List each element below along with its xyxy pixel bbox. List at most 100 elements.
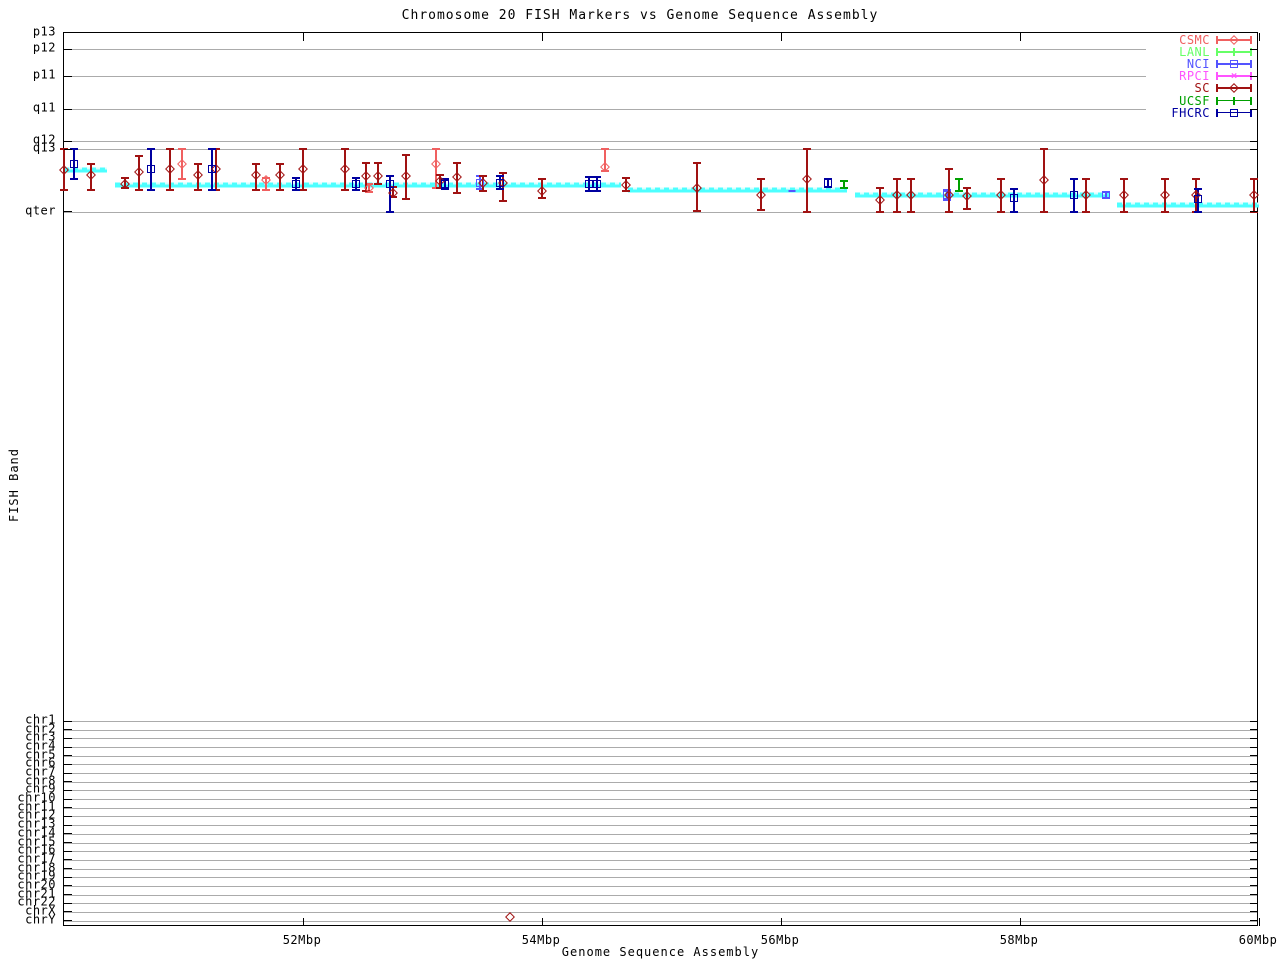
marker-tick-glyph [843,180,846,189]
tick-bottom [302,917,304,926]
tick-right [1250,876,1258,878]
marker-square-glyph [1102,190,1111,199]
marker-square-glyph [441,180,450,189]
tick-left [64,48,72,50]
y-gridline [64,868,1257,870]
marker-diamond-glyph [251,169,262,180]
assembly-track-segment [1116,202,1259,208]
y-gridline [64,851,1257,853]
tick-left [64,815,72,817]
y-band-tick-label: q13 [32,140,56,155]
marker-square-glyph [1194,195,1203,204]
error-bar-cap [945,168,954,171]
error-bar-cap [876,186,885,189]
marker-diamond-glyph [537,186,547,196]
tick-right [1250,859,1258,861]
plot-area [59,31,1260,926]
marker-square-glyph [496,178,505,187]
error-bar-cap [584,189,593,192]
error-bar-cap [538,196,546,199]
error-bar-cap [621,176,630,179]
error-bar-cap [496,188,505,191]
error-bar-cap [340,188,349,191]
tick-right [1250,894,1258,896]
y-gridline [64,894,1257,896]
marker-diamond-glyph [1038,174,1049,185]
error-bar-cap [479,175,488,178]
legend-sample-cap [1216,48,1218,57]
error-bar-cap [1039,210,1048,213]
tick-right [1250,772,1258,774]
y-chr-tick-label: chrY [25,912,56,927]
tick-right [1250,737,1258,739]
tick-left [64,729,72,731]
tick-right [1250,850,1258,852]
marker-square-glyph [69,160,78,169]
error-bar-cap [431,148,440,151]
tick-right [1250,824,1258,826]
y-gridline [64,738,1257,740]
y-gridline [64,141,1257,142]
error-bar-cap [876,210,885,213]
tick-right [1250,729,1258,731]
y-gridline [64,911,1257,913]
marker-dash-glyph [788,189,796,192]
error-bar-cap [276,163,285,166]
y-gridline [64,721,1257,722]
y-band-tick-label: p12 [32,40,56,55]
error-bar-cap [963,208,972,210]
error-bar-cap [996,178,1005,181]
marker-square-glyph [1230,108,1238,117]
error-bar-cap [374,161,383,164]
tick-left [64,746,72,748]
marker-square-glyph [584,179,593,188]
marker-diamond-glyph [134,166,145,177]
marker-square-glyph [1069,190,1078,199]
legend-sample [1214,107,1254,119]
tick-top [541,32,543,41]
tick-left [64,868,72,870]
y-gridline [64,211,1257,213]
marker-diamond-glyph [1229,35,1239,45]
tick-top [1258,32,1260,41]
tick-right [1250,720,1258,722]
error-bar-cap [453,161,462,164]
legend-row: FHCRC [1146,106,1254,120]
error-bar-cap [261,188,270,191]
error-bar-cap [401,198,410,201]
error-bar-cap [756,208,765,211]
marker-square-glyph [1230,60,1238,69]
x-tick-label: 58Mbp [999,933,1039,947]
tick-left [64,737,72,739]
y-gridline [64,764,1257,766]
error-bar-cap [374,183,383,186]
x-axis-title: Genome Sequence Assembly [561,945,760,959]
y-band-tick-label: p11 [32,67,56,82]
marker-diamond-glyph [1119,189,1129,200]
y-gridline [64,109,1257,111]
error-bar-cap [1039,148,1048,151]
error-bar-cap [291,176,300,179]
tick-bottom [780,917,782,926]
error-bar-cap [351,176,360,179]
marker-tick-glyph [958,180,961,189]
y-band-tick-label: p13 [32,24,56,38]
legend-sample: × [1214,70,1254,82]
legend-sample-cap [1216,72,1218,81]
legend-sample-cap [1250,84,1252,93]
tick-right [1250,902,1258,904]
tick-right [1250,48,1258,50]
tick-left [64,140,72,142]
y-gridline [64,920,1257,922]
y-band-tick-label: qter [25,203,56,217]
tick-right [1250,148,1258,150]
error-bar-cap [386,175,395,178]
error-bar-cap [208,147,217,150]
tick-top [780,32,782,41]
error-bar-cap [1160,210,1169,213]
tick-right [1250,868,1258,870]
x-tick-label: 56Mbp [760,933,800,947]
error-bar-cap [386,210,395,213]
tick-right [1250,885,1258,887]
tick-left [64,824,72,826]
